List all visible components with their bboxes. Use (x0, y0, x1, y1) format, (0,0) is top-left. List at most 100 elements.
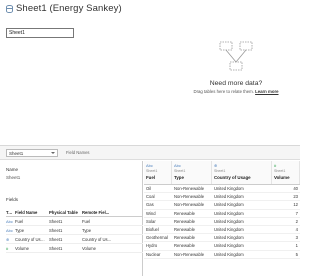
number-type-icon[interactable]: # (6, 246, 15, 251)
table-row[interactable]: Biofuel Renewable United Kingdom 4 (144, 226, 300, 235)
cell: 1 (295, 243, 298, 249)
cell: Renewable (174, 235, 195, 241)
cell: Nuclear (146, 251, 161, 257)
fields-label: Fields (6, 197, 19, 202)
column-source: Sheet1 (214, 169, 226, 173)
name-label: Name (6, 167, 19, 172)
empty-state-text: Drag tables here to relate them. (193, 89, 254, 94)
remote-field: Volume (82, 245, 96, 251)
globe-icon[interactable]: ⊕ (6, 237, 15, 242)
cell: 7 (295, 210, 298, 216)
column-header-physical-table[interactable]: Physical Table (49, 210, 82, 215)
cell: 23 (293, 194, 298, 200)
column-name: Type (174, 175, 184, 180)
database-icon (6, 4, 13, 13)
learn-more-link[interactable]: Learn more (255, 89, 278, 94)
column-name: Fuel (146, 175, 156, 180)
empty-state-subtitle: Drag tables here to relate them. Learn m… (182, 89, 290, 94)
field-names-toggle[interactable]: Field Names (66, 150, 90, 155)
table-row[interactable]: Hydro Renewable United Kingdom 1 (144, 242, 300, 251)
remote-field: Type (82, 227, 92, 233)
cell: United Kingdom (214, 251, 244, 257)
string-type-icon[interactable]: Abc (146, 163, 169, 168)
grid-column-fuel[interactable]: Abc Sheet1 Fuel (144, 161, 172, 184)
fields-table-header: Type Field Name Physical Table Remote Fi… (6, 208, 143, 217)
cell: 12 (293, 202, 298, 208)
column-name: Country of Usage (214, 175, 251, 180)
cell: Renewable (174, 243, 195, 249)
grid-column-type[interactable]: Abc Sheet1 Type (172, 161, 212, 184)
cell: 5 (295, 251, 298, 257)
table-row[interactable]: Coal Non-Renewable United Kingdom 23 (144, 193, 300, 202)
data-grid: Abc Sheet1 Fuel Abc Sheet1 Type ⊕ Sheet1… (144, 161, 300, 276)
column-name: Volume (274, 175, 290, 180)
number-type-icon[interactable]: # (274, 163, 297, 168)
cell: Coal (146, 194, 155, 200)
physical-table: Sheet1 (49, 236, 63, 242)
string-type-icon[interactable]: Abc (174, 163, 209, 168)
grid-column-volume[interactable]: # Sheet1 Volume (272, 161, 300, 184)
table-row[interactable]: Gas Non-Renewable United Kingdom 12 (144, 201, 300, 210)
cell: Renewable (174, 210, 195, 216)
table-row[interactable]: Abc Fuel Sheet1 Fuel (6, 217, 143, 226)
chevron-down-icon (51, 152, 55, 154)
data-grid-header: Abc Sheet1 Fuel Abc Sheet1 Type ⊕ Sheet1… (144, 161, 300, 185)
cell: 4 (295, 227, 298, 233)
table-row[interactable]: Geothermal Renewable United Kingdom 3 (144, 234, 300, 243)
cell: United Kingdom (214, 194, 244, 200)
relate-tables-icon (219, 41, 253, 71)
table-row[interactable]: Wind Renewable United Kingdom 7 (144, 210, 300, 218)
cell: Non-Renewable (174, 251, 205, 257)
remote-field: Fuel (82, 218, 91, 224)
string-type-icon[interactable]: Abc (6, 228, 15, 233)
cell: Renewable (174, 218, 195, 224)
sheet-table-chip[interactable]: Sheet1 (6, 28, 74, 38)
field-name: Country of Usage (15, 236, 48, 242)
column-source: Sheet1 (174, 169, 186, 173)
cell: 40 (293, 186, 298, 192)
name-value: Sheet1 (6, 175, 21, 180)
cell: Gas (146, 202, 154, 208)
field-name: Volume (15, 245, 29, 251)
column-header-type[interactable]: Type (6, 210, 15, 215)
window-title: Sheet1 (Energy Sankey) (16, 3, 122, 14)
cell: United Kingdom (214, 218, 244, 224)
table-row[interactable]: ⊕ Country of Usage Sheet1 Country of Us.… (6, 235, 143, 244)
cell: Biofuel (146, 227, 159, 233)
metadata-panel: Name Sheet1 Fields Type Field Name Physi… (0, 161, 143, 276)
table-row[interactable]: Oil Non-Renewable United Kingdom 40 (144, 185, 300, 194)
empty-state-title: Need more data? (209, 80, 263, 87)
physical-table: Sheet1 (49, 245, 63, 251)
table-row[interactable]: # Volume Sheet1 Volume (6, 244, 143, 253)
grid-column-country[interactable]: ⊕ Sheet1 Country of Usage (212, 161, 272, 184)
data-source-canvas[interactable]: Sheet1 Need more data? Drag tables here … (0, 17, 300, 145)
table-row[interactable]: Solar Renewable United Kingdom 2 (144, 218, 300, 226)
cell: Solar (146, 218, 156, 224)
empty-state: Need more data? Drag tables here to rela… (182, 41, 290, 94)
cell: United Kingdom (214, 210, 244, 216)
string-type-icon[interactable]: Abc (6, 219, 15, 224)
field-name: Type (15, 227, 25, 233)
column-source: Sheet1 (146, 169, 158, 173)
field-name: Fuel (15, 218, 24, 224)
cell: Renewable (174, 227, 195, 233)
cell: United Kingdom (214, 227, 244, 233)
sheet-select[interactable]: Sheet1 (6, 149, 58, 157)
table-row[interactable]: Nuclear Non-Renewable United Kingdom 5 (144, 251, 300, 259)
globe-icon[interactable]: ⊕ (214, 163, 269, 168)
title-bar: Sheet1 (Energy Sankey) (6, 3, 122, 14)
column-header-field-name[interactable]: Field Name (15, 210, 49, 215)
cell: United Kingdom (214, 202, 244, 208)
cell: Geothermal (146, 235, 168, 241)
table-row[interactable]: Abc Type Sheet1 Type (6, 226, 143, 235)
column-header-remote-field[interactable]: Remote Fiel... (82, 210, 114, 215)
sheet-select-value: Sheet1 (9, 151, 24, 156)
cell: 2 (295, 218, 298, 224)
physical-table: Sheet1 (49, 218, 63, 224)
cell: Hydro (146, 243, 158, 249)
cell: Oil (146, 186, 152, 192)
cell: Non-Renewable (174, 202, 205, 208)
cell: Non-Renewable (174, 194, 205, 200)
remote-field: Country of Us... (82, 236, 112, 242)
cell: United Kingdom (214, 235, 244, 241)
